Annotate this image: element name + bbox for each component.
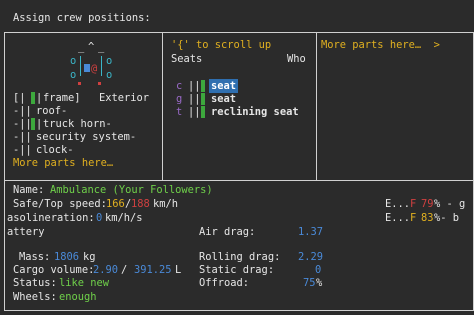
fuel-percent: 83	[421, 212, 434, 224]
offroad-label: Offroad:	[199, 277, 250, 289]
diagram-tail-light-right	[98, 82, 101, 85]
diagram-top-center: ^	[88, 41, 95, 53]
seat-marker: ||	[188, 106, 201, 118]
diagram-top-left: _	[78, 41, 85, 53]
diagram-center-glyph: @	[91, 63, 98, 75]
cargo-total-value: 391.25	[134, 264, 172, 276]
scroll-hint: '{' to scroll up	[171, 39, 272, 51]
part-extra: Exterior	[99, 92, 150, 104]
divider-left	[162, 32, 163, 181]
fuel-empty-mark: E...	[385, 212, 411, 224]
divider-right	[316, 32, 317, 181]
seat-hotkey: c	[176, 80, 183, 92]
part-mid: |	[36, 92, 43, 104]
top-speed-value: 188	[131, 198, 150, 210]
part-prefix: -||	[13, 118, 32, 130]
air-drag-label: Air drag:	[199, 226, 256, 238]
wheels-label: Wheels:	[13, 291, 57, 303]
cargo-unit: L	[175, 264, 182, 276]
seat-label-selected: seat	[209, 79, 239, 93]
part-label: security system-	[36, 131, 137, 143]
seat-durability-bar	[201, 93, 205, 105]
durability-bar	[31, 92, 35, 104]
fuel-full-mark: F	[410, 212, 417, 224]
battery-label: attery	[7, 226, 45, 238]
vehicle-diagram[interactable]: _ ^ _ o o @ o o	[62, 40, 122, 96]
seat-hotkey: g	[176, 93, 183, 105]
fuel-empty-mark: E...	[385, 198, 411, 210]
seat-label: seat	[211, 93, 237, 105]
vehicle-name: Ambulance (Your Followers)	[50, 184, 213, 196]
part-label: roof-	[36, 105, 68, 117]
cargo-label: Cargo volume:	[13, 264, 95, 276]
seats-column-header: Seats	[171, 53, 203, 65]
safe-speed-value: 166	[106, 198, 125, 210]
more-parts-right-link[interactable]: More parts here… >	[321, 38, 440, 52]
mass-value: 1806	[54, 251, 80, 263]
who-column-header: Who	[287, 53, 306, 65]
air-drag-value: 1.37	[298, 226, 324, 238]
status-value: like new	[59, 277, 110, 289]
fuel-full-mark: F	[410, 198, 417, 210]
diagram-wheel-rl: o	[70, 69, 77, 81]
fuel-percent: 79	[421, 198, 434, 210]
rolling-drag-value: 2.29	[298, 251, 324, 263]
fuel-tail: %- b	[434, 212, 460, 224]
cargo-separator: /	[121, 264, 128, 276]
name-label: Name:	[13, 184, 45, 196]
seat-durability-bar	[201, 106, 205, 118]
static-drag-value: 0	[315, 264, 322, 276]
offroad-value: 75	[303, 277, 316, 289]
part-prefix: -||	[13, 105, 32, 117]
part-prefix: -||	[13, 144, 32, 156]
diagram-wheel-fl: o	[70, 55, 77, 67]
part-mid: |	[36, 118, 43, 130]
part-label: truck horn-	[43, 118, 112, 130]
seat-marker: ||	[188, 93, 201, 105]
fuel-tail: % - g	[434, 198, 466, 210]
accel-unit: km/h/s	[105, 212, 143, 224]
window-title: Assign crew positions:	[13, 12, 151, 24]
speed-unit: km/h	[153, 198, 179, 210]
part-label: clock-	[36, 144, 74, 156]
rolling-drag-label: Rolling drag:	[199, 251, 281, 263]
seat-durability-bar	[201, 80, 205, 92]
diagram-wheel-fr: o	[106, 55, 113, 67]
accel-value: 0	[96, 212, 103, 224]
offroad-unit: %	[316, 277, 323, 289]
diagram-wheel-rr: o	[106, 69, 113, 81]
static-drag-label: Static drag:	[199, 264, 275, 276]
seat-label: reclining seat	[211, 106, 299, 118]
part-prefix: [|	[13, 92, 26, 104]
mass-label: Mass:	[19, 251, 51, 263]
diagram-cursor-icon	[84, 64, 90, 72]
diagram-top-right: _	[98, 41, 105, 53]
diagram-tail-light-left	[78, 82, 81, 85]
seat-hotkey: t	[176, 106, 183, 118]
cargo-used-value: 2.90	[93, 264, 119, 276]
status-label: Status:	[13, 277, 57, 289]
part-label: frame]	[43, 92, 81, 104]
part-prefix: -||	[13, 131, 32, 143]
speed-label: Safe/Top speed:	[13, 198, 107, 210]
wheels-value: enough	[59, 291, 97, 303]
durability-bar	[31, 118, 35, 130]
seat-marker: ||	[188, 80, 201, 92]
mass-unit: kg	[83, 251, 96, 263]
more-parts-link[interactable]: More parts here…	[13, 156, 113, 170]
accel-label: asolineration:	[7, 212, 95, 224]
